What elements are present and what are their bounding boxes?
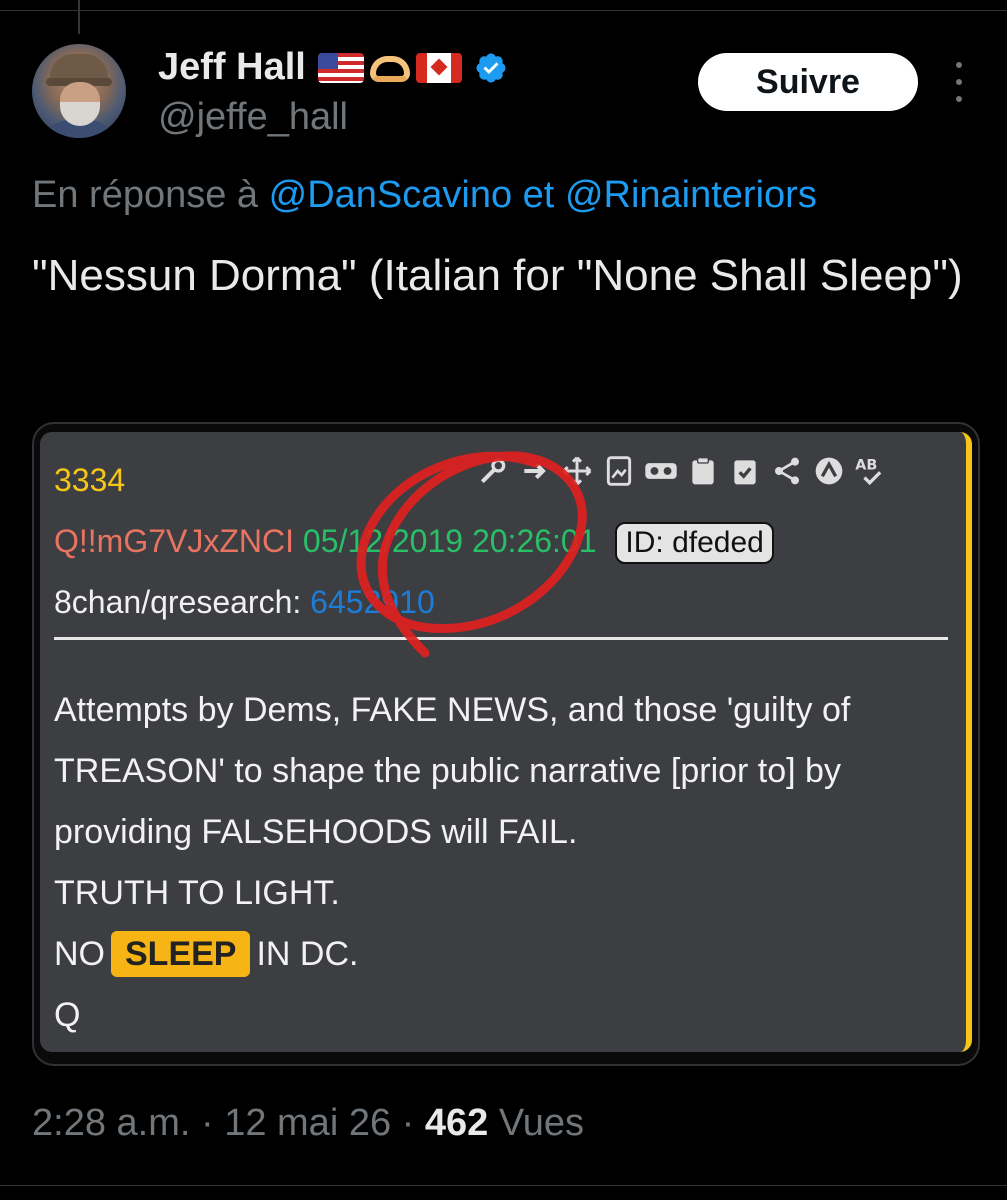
author-name-row: Jeff Hall — [158, 46, 508, 89]
arrow-icon — [518, 454, 552, 488]
separator: · — [401, 1102, 415, 1144]
post-toolbar: AB — [476, 454, 888, 488]
post-date: 05/12/2019 20:26:01 — [302, 523, 597, 559]
clipboard-icon — [686, 454, 720, 488]
heart-hands-icon — [368, 53, 412, 83]
thread-connector-line — [78, 0, 80, 34]
views-label: Vues — [498, 1102, 585, 1144]
key-icon — [476, 454, 510, 488]
tweet-meta: 2:28 a.m. · 12 mai 26 · 462 Vues — [32, 1102, 584, 1145]
svg-text:AB: AB — [855, 458, 877, 474]
body-text: NO — [54, 935, 105, 973]
post-meta: Q!!mG7VJxZNCI 05/12/2019 20:26:01 ID: df… — [54, 522, 774, 564]
canada-flag-icon — [415, 52, 462, 83]
share-icon — [770, 454, 804, 488]
body-line: NO SLEEP IN DC. — [54, 924, 944, 985]
mention-link-danscavino[interactable]: @DanScavino — [269, 174, 512, 216]
author-name[interactable]: Jeff Hall — [158, 46, 306, 89]
author-handle[interactable]: @jeffe_hall — [158, 96, 348, 139]
views-count: 462 — [424, 1102, 489, 1144]
tweet-date[interactable]: 12 mai 26 — [224, 1102, 391, 1144]
qdrop-post: 3334 AB Q!!mG7VJxZNCI 05/12/2019 20:26:0… — [40, 432, 972, 1052]
vr-icon — [644, 454, 678, 488]
more-options-icon[interactable] — [944, 62, 974, 102]
bottom-divider — [0, 1185, 1007, 1186]
reply-context: En réponse à @DanScavino et @Rinainterio… — [32, 174, 817, 217]
post-link: 6452910 — [310, 584, 435, 620]
body-line: TRUTH TO LIGHT. — [54, 874, 340, 912]
image-icon — [602, 454, 636, 488]
clipboard-check-icon — [728, 454, 762, 488]
tripcode: Q!!mG7VJxZNCI — [54, 523, 295, 559]
name-emojis — [317, 52, 462, 83]
tweet-text: "Nessun Dorma" (Italian for "None Shall … — [32, 251, 963, 300]
tweet-time[interactable]: 2:28 a.m. — [32, 1102, 190, 1144]
thread-divider — [0, 10, 1007, 11]
highlight-badge: SLEEP — [111, 931, 251, 977]
up-icon — [812, 454, 846, 488]
reply-prefix: En réponse à — [32, 174, 259, 216]
move-icon — [560, 454, 594, 488]
verified-badge-icon[interactable] — [474, 51, 508, 85]
board-name: 8chan/qresearch: — [54, 584, 302, 620]
board-line: 8chan/qresearch: 6452910 — [54, 584, 435, 621]
translate-icon: AB — [854, 454, 888, 488]
attached-image[interactable]: 3334 AB Q!!mG7VJxZNCI 05/12/2019 20:26:0… — [32, 422, 980, 1066]
us-flag-icon — [317, 52, 364, 83]
mention-link-rinainteriors[interactable]: @Rinainteriors — [565, 174, 817, 216]
signature: Q — [54, 996, 81, 1034]
id-badge: ID: dfeded — [615, 522, 774, 564]
reply-joiner: et — [522, 174, 555, 216]
divider — [54, 637, 948, 640]
follow-button[interactable]: Suivre — [698, 53, 918, 111]
avatar[interactable] — [32, 44, 126, 138]
post-number: 3334 — [54, 462, 126, 498]
separator: · — [200, 1102, 214, 1144]
body-line: Attempts by Dems, FAKE NEWS, and those '… — [54, 691, 851, 851]
body-text: IN DC. — [256, 935, 359, 973]
post-body: Attempts by Dems, FAKE NEWS, and those '… — [54, 680, 944, 1046]
